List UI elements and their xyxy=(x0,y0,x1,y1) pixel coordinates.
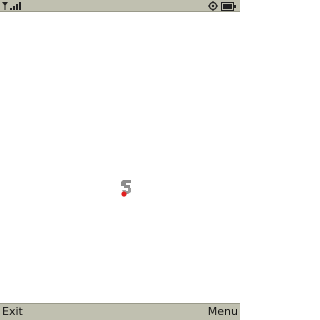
loading-spinner-icon xyxy=(121,180,131,197)
softkey-bar: Exit Menu xyxy=(0,303,240,320)
signal-strength-icon xyxy=(2,2,21,10)
menu-softkey[interactable]: Menu xyxy=(208,304,238,319)
exit-softkey[interactable]: Exit xyxy=(2,304,23,319)
sync-icon xyxy=(208,1,218,11)
phone-screen: Exit Menu xyxy=(0,0,240,320)
status-bar xyxy=(0,0,240,12)
battery-icon xyxy=(221,1,236,11)
status-right-icons xyxy=(208,1,236,11)
main-content-area xyxy=(0,12,240,303)
